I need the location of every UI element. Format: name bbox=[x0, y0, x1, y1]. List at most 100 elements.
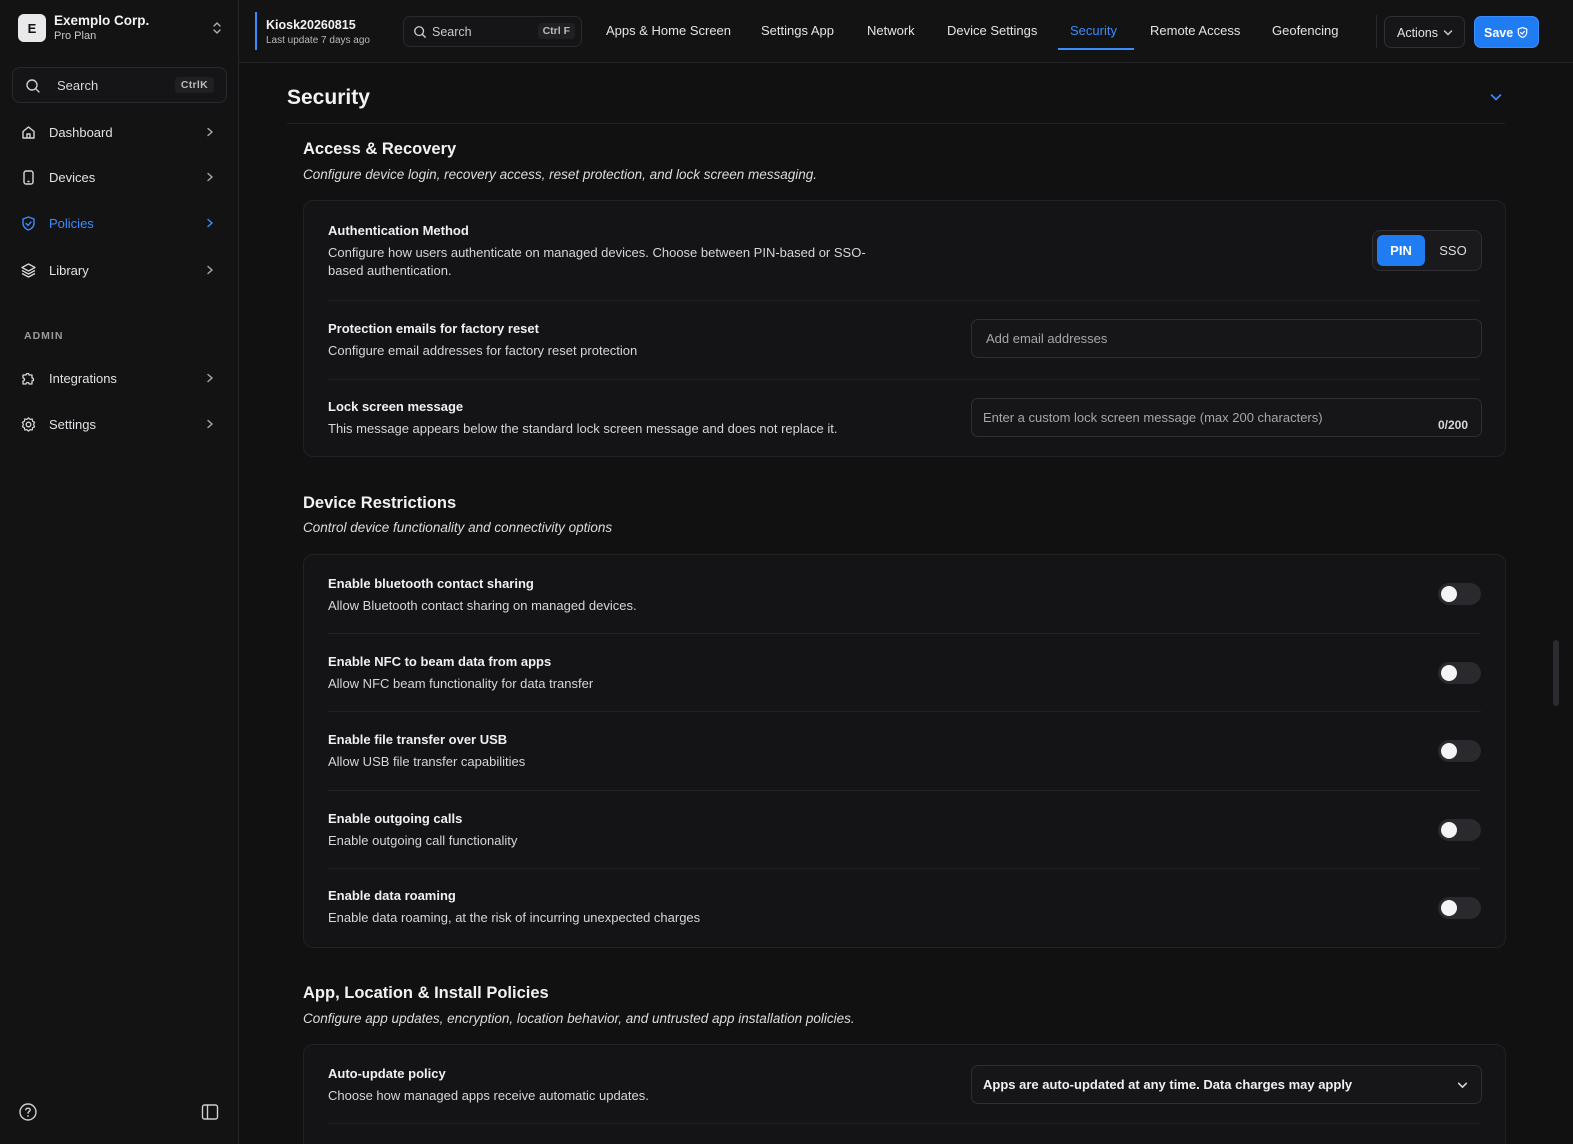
input-placeholder: Enter a custom lock screen message (max … bbox=[983, 410, 1323, 425]
sidebar-item-library[interactable]: Library bbox=[12, 252, 227, 288]
usb-transfer-toggle[interactable] bbox=[1438, 740, 1481, 762]
shield-icon bbox=[20, 215, 37, 232]
row-title: Enable outgoing calls bbox=[328, 811, 463, 826]
group-description-restrictions: Control device functionality and connect… bbox=[303, 520, 613, 535]
group-description-app-policies: Configure app updates, encryption, locat… bbox=[303, 1011, 855, 1026]
row-description: Enable outgoing call functionality bbox=[328, 833, 518, 848]
toggle-knob bbox=[1441, 743, 1457, 759]
sidebar-search-label: Search bbox=[57, 78, 99, 93]
policy-identity: Kiosk20260815 Last update 7 days ago bbox=[255, 12, 380, 50]
actions-button[interactable]: Actions bbox=[1384, 16, 1465, 48]
email-addresses-input[interactable]: Add email addresses bbox=[971, 319, 1482, 358]
search-icon bbox=[413, 25, 427, 39]
tab-network[interactable]: Network bbox=[867, 23, 915, 38]
toggle-knob bbox=[1441, 665, 1457, 681]
bluetooth-sharing-toggle[interactable] bbox=[1438, 583, 1481, 605]
tab-apps-home-screen[interactable]: Apps & Home Screen bbox=[606, 23, 731, 38]
toggle-knob bbox=[1441, 900, 1457, 916]
sidebar-item-integrations[interactable]: Integrations bbox=[12, 360, 227, 396]
org-logo: E bbox=[18, 14, 46, 42]
row-title: Enable NFC to beam data from apps bbox=[328, 654, 552, 669]
policy-name: Kiosk20260815 bbox=[266, 18, 356, 32]
row-description: Choose how managed apps receive automati… bbox=[328, 1088, 649, 1103]
home-icon bbox=[20, 124, 37, 141]
auth-option-pin[interactable]: PIN bbox=[1377, 235, 1425, 266]
restriction-row-nfc: Enable NFC to beam data from apps Allow … bbox=[304, 634, 1505, 712]
chevron-right-icon bbox=[205, 218, 215, 228]
lock-screen-message-row: Lock screen message This message appears… bbox=[304, 380, 1505, 458]
nfc-beam-toggle[interactable] bbox=[1438, 662, 1481, 684]
row-title: Auto-update policy bbox=[328, 1066, 446, 1081]
page-scrollbar[interactable] bbox=[1553, 640, 1559, 706]
header-search-label: Search bbox=[432, 25, 472, 39]
auth-method-row: Authentication Method Configure how user… bbox=[304, 201, 1505, 301]
shield-check-icon bbox=[1516, 26, 1529, 39]
search-icon bbox=[25, 78, 41, 94]
save-label: Save bbox=[1484, 26, 1514, 40]
chevron-down-icon[interactable] bbox=[1489, 90, 1503, 104]
factory-reset-emails-row: Protection emails for factory reset Conf… bbox=[304, 301, 1505, 380]
tab-security[interactable]: Security bbox=[1070, 23, 1117, 38]
auth-option-sso[interactable]: SSO bbox=[1429, 235, 1477, 266]
auto-update-policy-select[interactable]: Apps are auto-updated at any time. Data … bbox=[971, 1065, 1482, 1104]
chevron-right-icon bbox=[205, 419, 215, 429]
divider bbox=[1376, 15, 1377, 48]
chevron-down-icon bbox=[1443, 28, 1453, 38]
top-bar: Kiosk20260815 Last update 7 days ago Sea… bbox=[239, 0, 1573, 63]
page-title: Security bbox=[287, 86, 370, 109]
sidebar-item-label: Library bbox=[49, 263, 89, 278]
row-title: Protection emails for factory reset bbox=[328, 321, 539, 336]
group-description-access: Configure device login, recovery access,… bbox=[303, 167, 818, 182]
header-search[interactable]: Search Ctrl F bbox=[403, 16, 582, 47]
row-title: Enable bluetooth contact sharing bbox=[328, 576, 534, 591]
row-title: Lock screen message bbox=[328, 399, 464, 414]
restriction-row-bluetooth: Enable bluetooth contact sharing Allow B… bbox=[304, 555, 1505, 633]
toggle-knob bbox=[1441, 586, 1457, 602]
restriction-row-outgoing-calls: Enable outgoing calls Enable outgoing ca… bbox=[304, 791, 1505, 869]
input-placeholder: Add email addresses bbox=[986, 331, 1108, 346]
group-title-access: Access & Recovery bbox=[303, 140, 457, 158]
chevron-right-icon bbox=[205, 127, 215, 137]
tab-settings-app[interactable]: Settings App bbox=[761, 23, 834, 38]
group-title-app-policies: App, Location & Install Policies bbox=[303, 984, 549, 1002]
data-roaming-toggle[interactable] bbox=[1438, 897, 1481, 919]
actions-label: Actions bbox=[1397, 26, 1438, 40]
save-button[interactable]: Save bbox=[1474, 16, 1539, 48]
select-value: Apps are auto-updated at any time. Data … bbox=[983, 1077, 1353, 1092]
row-description: Configure email addresses for factory re… bbox=[328, 343, 638, 358]
divider bbox=[328, 1123, 1481, 1124]
org-switcher[interactable]: E Exemplo Corp. Pro Plan bbox=[18, 13, 223, 45]
tab-remote-access[interactable]: Remote Access bbox=[1150, 23, 1240, 38]
main-content: Security Access & Recovery Configure dev… bbox=[239, 64, 1573, 1144]
toggle-knob bbox=[1441, 822, 1457, 838]
sidebar-item-devices[interactable]: Devices bbox=[12, 159, 227, 195]
tab-device-settings[interactable]: Device Settings bbox=[947, 23, 1037, 38]
puzzle-icon bbox=[20, 370, 37, 387]
row-title: Enable file transfer over USB bbox=[328, 732, 508, 747]
sidebar-item-label: Settings bbox=[49, 417, 96, 432]
character-counter: 0/200 bbox=[1437, 418, 1468, 432]
row-description: Allow USB file transfer capabilities bbox=[328, 754, 526, 769]
gear-icon bbox=[20, 416, 37, 433]
sidebar-item-policies[interactable]: Policies bbox=[12, 205, 227, 241]
row-description: Enable data roaming, at the risk of incu… bbox=[328, 910, 701, 925]
sidebar-toggle-icon[interactable] bbox=[200, 1102, 220, 1122]
sidebar-item-settings[interactable]: Settings bbox=[12, 406, 227, 442]
outgoing-calls-toggle[interactable] bbox=[1438, 819, 1481, 841]
chevron-right-icon bbox=[205, 265, 215, 275]
chevron-right-icon bbox=[205, 373, 215, 383]
row-description: This message appears below the standard … bbox=[328, 421, 838, 436]
sidebar-item-dashboard[interactable]: Dashboard bbox=[12, 114, 227, 150]
help-icon[interactable] bbox=[18, 1102, 38, 1122]
sidebar-search[interactable]: Search CtrlK bbox=[12, 67, 227, 103]
lock-screen-message-input[interactable]: Enter a custom lock screen message (max … bbox=[971, 398, 1482, 437]
row-description: Allow Bluetooth contact sharing on manag… bbox=[328, 598, 637, 613]
layers-icon bbox=[20, 262, 37, 279]
header-search-shortcut: Ctrl F bbox=[537, 23, 575, 39]
tab-geofencing[interactable]: Geofencing bbox=[1272, 23, 1339, 38]
auto-update-policy-row: Auto-update policy Choose how managed ap… bbox=[304, 1045, 1505, 1124]
app-policies-card: Auto-update policy Choose how managed ap… bbox=[303, 1044, 1506, 1144]
restrictions-card: Enable bluetooth contact sharing Allow B… bbox=[303, 554, 1506, 948]
restriction-row-data-roaming: Enable data roaming Enable data roaming,… bbox=[304, 869, 1505, 948]
chevron-up-down-icon[interactable] bbox=[211, 19, 223, 37]
